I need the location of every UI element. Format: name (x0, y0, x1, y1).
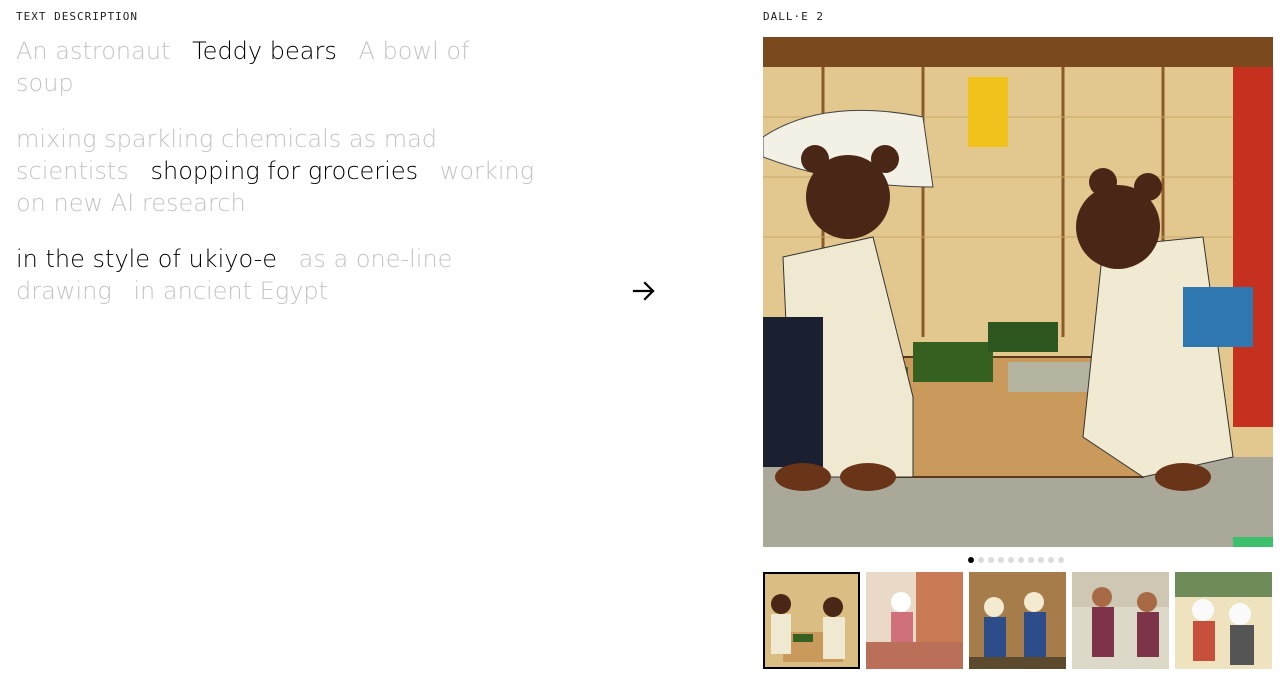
thumbnail[interactable] (969, 572, 1066, 669)
thumbnail[interactable] (1175, 572, 1272, 669)
thumbnail[interactable] (763, 572, 860, 669)
thumbnail[interactable] (1072, 572, 1169, 669)
carousel-dots (968, 557, 1064, 563)
option-ukiyo-e[interactable]: in the style of ukiyo-e (16, 245, 277, 273)
dalle-label: DALL·E 2 (763, 10, 824, 23)
carousel-dot[interactable] (1058, 557, 1064, 563)
carousel-dot[interactable] (968, 557, 974, 563)
carousel-dot[interactable] (978, 557, 984, 563)
style-options: in the style of ukiyo-e as a one-line dr… (16, 243, 456, 307)
thumbnail-strip (763, 572, 1272, 669)
carousel-dot[interactable] (988, 557, 994, 563)
carousel-dot[interactable] (1048, 557, 1054, 563)
option-shopping-for-groceries[interactable]: shopping for groceries (150, 157, 418, 185)
option-an-astronaut[interactable]: An astronaut (16, 37, 170, 65)
action-options: mixing sparkling chemicals as mad scient… (16, 123, 536, 219)
carousel-dot[interactable] (1018, 557, 1024, 563)
option-ancient-egypt[interactable]: in ancient Egypt (133, 277, 328, 305)
carousel-dot[interactable] (998, 557, 1004, 563)
text-description-label: TEXT DESCRIPTION (16, 10, 138, 23)
carousel-dot[interactable] (1028, 557, 1034, 563)
thumbnail[interactable] (866, 572, 963, 669)
carousel-dot[interactable] (1008, 557, 1014, 563)
arrow-right-icon[interactable] (630, 277, 658, 305)
generated-image (763, 37, 1273, 547)
subject-options: An astronaut Teddy bears A bowl of soup (16, 35, 486, 99)
carousel-dot[interactable] (1038, 557, 1044, 563)
option-teddy-bears[interactable]: Teddy bears (192, 37, 337, 65)
